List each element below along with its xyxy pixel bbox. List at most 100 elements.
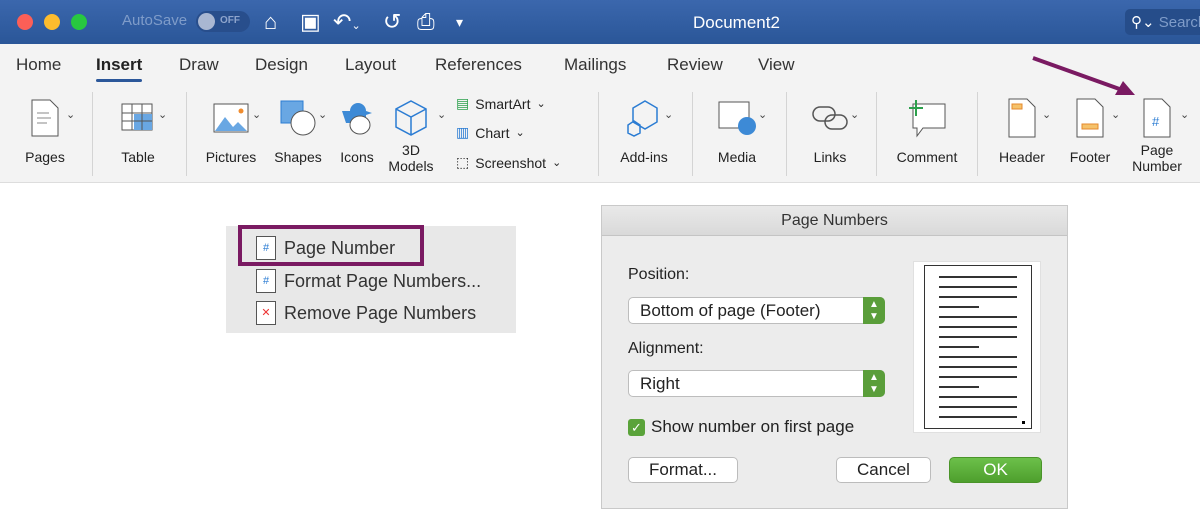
page-preview	[913, 261, 1041, 433]
zoom-window-button[interactable]	[71, 14, 87, 30]
checkmark-icon: ✓	[628, 418, 645, 436]
preview-line	[939, 416, 1017, 418]
chart-icon: ▥	[456, 124, 470, 140]
preview-line	[939, 396, 1017, 398]
menu-item-format-page-numbers[interactable]: # Format Page Numbers...	[256, 269, 481, 293]
alignment-label: Alignment:	[628, 340, 704, 357]
table-label: Table	[121, 149, 155, 165]
chart-button[interactable]: ▥ Chart ⌄	[456, 124, 525, 141]
menu-item-remove-page-numbers[interactable]: ✕ Remove Page Numbers	[256, 301, 476, 325]
chevron-down-icon[interactable]: ⌄	[158, 108, 167, 121]
icons-label: Icons	[340, 149, 374, 165]
chevron-down-icon[interactable]: ⌄	[66, 108, 75, 121]
position-label: Position:	[628, 266, 690, 283]
tab-mailings[interactable]: Mailings	[564, 55, 626, 75]
icons-button[interactable]: Icons	[334, 94, 380, 165]
ribbon: Pages ⌄ Table ⌄ Pictures ⌄ Shapes ⌄ Icon…	[0, 86, 1200, 183]
tab-home[interactable]: Home	[16, 55, 61, 75]
save-icon[interactable]: ▣	[300, 9, 321, 35]
screenshot-icon: ⬚	[456, 154, 470, 170]
media-button[interactable]: Media	[708, 94, 766, 165]
shapes-button[interactable]: Shapes	[270, 94, 326, 165]
tab-design[interactable]: Design	[255, 55, 308, 75]
tab-insert[interactable]: Insert	[96, 55, 143, 82]
tab-review[interactable]: Review	[667, 55, 723, 75]
pictures-label: Pictures	[205, 149, 257, 165]
preview-line	[939, 366, 1017, 368]
comment-button[interactable]: Comment	[890, 94, 964, 165]
customize-toolbar-icon[interactable]: ▾	[456, 14, 463, 31]
cancel-button[interactable]: Cancel	[836, 457, 931, 483]
title-bar: AutoSave OFF ⌂ ▣ ↶⌄ ↺ ⎙ ▾ Document2 ⚲⌄ S…	[0, 0, 1200, 44]
highlight-box	[238, 225, 424, 266]
search-placeholder: Search	[1158, 14, 1200, 31]
page-number-label: Page Number	[1132, 142, 1182, 174]
preview-line	[939, 306, 979, 308]
chevron-down-icon[interactable]: ⌄	[758, 108, 767, 121]
3d-models-button[interactable]: 3D Models	[388, 94, 434, 174]
pictures-button[interactable]: Pictures	[202, 94, 260, 165]
chart-label: Chart	[475, 124, 510, 141]
pages-button[interactable]: Pages	[20, 94, 70, 165]
tab-draw[interactable]: Draw	[179, 55, 219, 75]
remove-page-numbers-icon: ✕	[256, 301, 276, 325]
position-select[interactable]: Bottom of page (Footer) ▲ ▼	[628, 297, 885, 324]
redo-icon[interactable]: ↺	[383, 9, 401, 35]
undo-icon[interactable]: ↶⌄	[333, 9, 361, 35]
comment-label: Comment	[896, 149, 958, 165]
search-input[interactable]: ⚲⌄ Search	[1125, 9, 1200, 35]
chevron-down-icon[interactable]: ⌄	[1180, 108, 1189, 121]
preview-line	[939, 336, 1017, 338]
preview-line	[939, 376, 1017, 378]
dialog-title: Page Numbers	[602, 206, 1067, 236]
chevron-down-icon[interactable]: ⌄	[664, 108, 673, 121]
table-button[interactable]: Table	[110, 94, 166, 165]
chevron-down-icon[interactable]: ⌄	[252, 108, 261, 121]
show-number-first-page-checkbox[interactable]: ✓ Show number on first page	[628, 417, 854, 437]
page-numbers-dialog: Page Numbers Position: Bottom of page (F…	[601, 205, 1068, 509]
tab-view[interactable]: View	[758, 55, 795, 75]
add-ins-button[interactable]: Add-ins	[614, 94, 674, 165]
screenshot-label: Screenshot	[475, 154, 547, 171]
stepper-icon: ▲ ▼	[863, 297, 885, 324]
chevron-down-icon[interactable]: ⌄	[318, 108, 327, 121]
autosave-toggle[interactable]: OFF	[196, 11, 250, 32]
alignment-select[interactable]: Right ▲ ▼	[628, 370, 885, 397]
chevron-down-icon[interactable]: ⌄	[437, 108, 446, 121]
page-icon	[20, 94, 70, 142]
format-button[interactable]: Format...	[628, 457, 738, 483]
tab-references[interactable]: References	[435, 55, 522, 75]
header-button[interactable]: Header	[994, 94, 1050, 165]
chevron-down-icon[interactable]: ⌄	[1042, 108, 1051, 121]
page-number-button[interactable]: # Page Number	[1128, 94, 1186, 174]
3d-models-label: 3D Models	[388, 142, 434, 174]
minimize-window-button[interactable]	[44, 14, 60, 30]
preview-line	[939, 326, 1017, 328]
close-window-button[interactable]	[17, 14, 33, 30]
add-ins-label: Add-ins	[620, 149, 668, 165]
tab-layout[interactable]: Layout	[345, 55, 396, 75]
stepper-icon: ▲ ▼	[863, 370, 885, 397]
preview-line	[939, 386, 979, 388]
smartart-button[interactable]: ▤ SmartArt ⌄	[456, 95, 546, 112]
format-page-numbers-icon: #	[256, 269, 276, 293]
links-label: Links	[813, 149, 847, 165]
autosave-label: AutoSave	[122, 12, 188, 29]
footer-label: Footer	[1069, 149, 1111, 165]
chevron-down-icon[interactable]: ⌄	[850, 108, 859, 121]
smartart-icon: ▤	[456, 95, 470, 111]
footer-button[interactable]: Footer	[1062, 94, 1118, 165]
print-icon[interactable]: ⎙	[417, 9, 435, 35]
home-icon[interactable]: ⌂	[264, 9, 277, 35]
shapes-label: Shapes	[274, 149, 322, 165]
preview-line	[939, 296, 1017, 298]
footer-icon	[1062, 94, 1118, 142]
header-label: Header	[999, 149, 1045, 165]
screenshot-button[interactable]: ⬚ Screenshot ⌄	[456, 154, 561, 171]
links-button[interactable]: Links	[804, 94, 856, 165]
cube-icon	[388, 94, 434, 142]
comment-icon	[890, 94, 964, 142]
chevron-down-icon[interactable]: ⌄	[1111, 108, 1120, 121]
ok-button[interactable]: OK	[949, 457, 1042, 483]
preview-page-number	[1022, 421, 1025, 424]
